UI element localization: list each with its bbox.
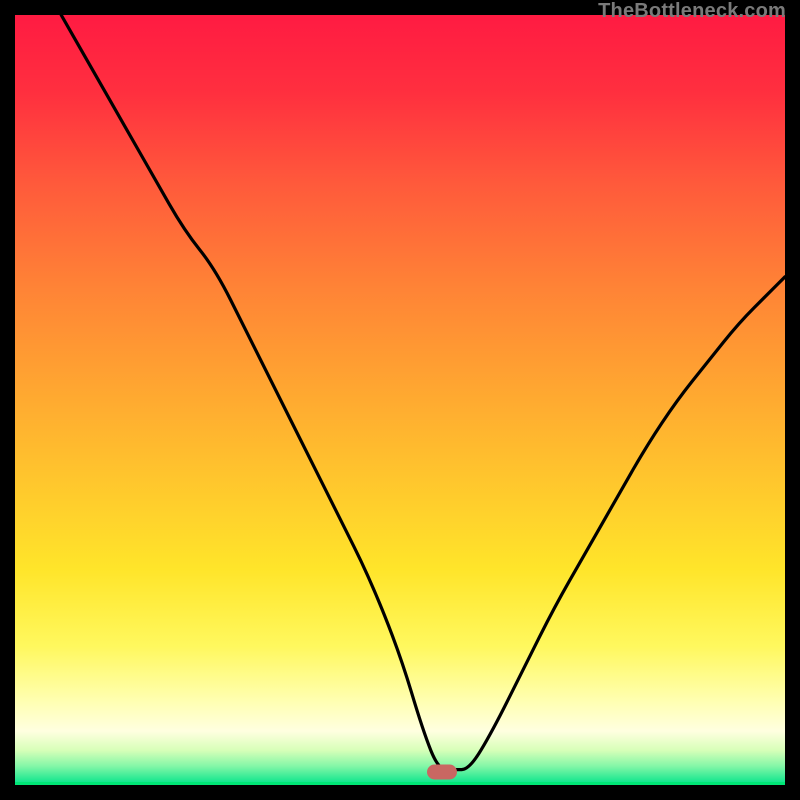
chart-frame: TheBottleneck.com — [0, 0, 800, 800]
plot-area — [15, 15, 785, 785]
bottleneck-curve — [15, 15, 785, 785]
baseline-green — [15, 782, 785, 785]
watermark-text: TheBottleneck.com — [598, 0, 786, 23]
bottleneck-marker — [427, 764, 457, 779]
